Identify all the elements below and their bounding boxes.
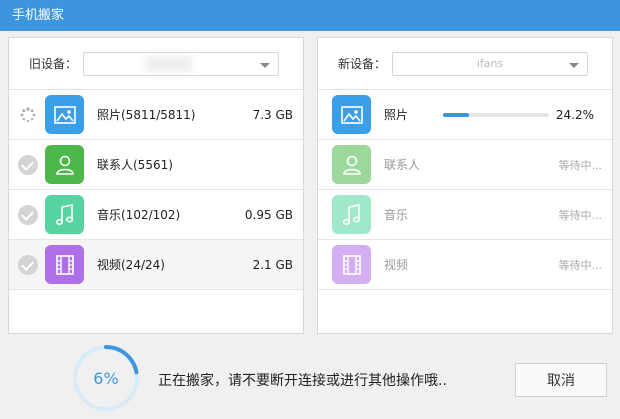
waiting-status: 等待中... <box>558 258 603 272</box>
device-name-blur <box>146 55 193 72</box>
video-icon <box>332 245 371 284</box>
waiting-status: 等待中... <box>558 208 603 222</box>
item-size: 2.1 GB <box>252 257 293 272</box>
list-item-music-new: 音乐 等待中... <box>318 190 612 240</box>
footer-bar: 6% 正在搬家，请不要断开连接或进行其他操作哦.. 取消 <box>0 336 620 419</box>
new-device-panel: 新设备： ifans 照片 24.2% 联系人 等待中... 音乐 等待中... <box>317 37 613 334</box>
overall-percent: 6% <box>93 368 119 388</box>
window-title: 手机搬家 <box>0 0 620 31</box>
list-item-music-old: 音乐(102/102) 0.95 GB <box>9 190 303 240</box>
item-name: 联系人(5561) <box>97 158 173 172</box>
check-icon <box>18 254 38 275</box>
list-item-video-old: 视频(24/24) 2.1 GB <box>9 240 303 290</box>
list-item-contacts-old: 联系人(5561) <box>9 140 303 190</box>
chevron-down-icon <box>569 62 580 68</box>
old-device-row: 旧设备： <box>9 38 303 90</box>
loading-spinner-icon <box>18 105 38 125</box>
old-device-select[interactable] <box>83 51 280 76</box>
new-device-select[interactable]: ifans <box>392 51 589 76</box>
old-device-label: 旧设备： <box>29 57 78 71</box>
contact-icon <box>332 145 371 184</box>
progress-percent: 24.2% <box>555 107 594 122</box>
cancel-button[interactable]: 取消 <box>515 363 607 397</box>
video-icon <box>45 245 84 284</box>
item-name: 照片 <box>384 108 409 122</box>
list-item-video-new: 视频 等待中... <box>318 240 612 290</box>
item-name: 联系人 <box>384 158 421 172</box>
music-icon <box>45 195 84 234</box>
list-item-photos-old: 照片(5811/5811) 7.3 GB <box>9 90 303 140</box>
check-icon <box>18 154 38 175</box>
list-item-photos-new: 照片 24.2% <box>318 90 612 140</box>
music-icon <box>332 195 371 234</box>
status-message: 正在搬家，请不要断开连接或进行其他操作哦.. <box>158 373 447 389</box>
item-size: 0.95 GB <box>244 207 293 222</box>
item-name: 音乐 <box>384 208 409 222</box>
check-icon <box>18 204 38 225</box>
waiting-status: 等待中... <box>558 158 603 172</box>
old-device-panel: 旧设备： 照片(5811/5811) 7.3 GB 联系人(5561) 音乐(1… <box>8 37 304 334</box>
item-name: 视频 <box>384 258 409 272</box>
progress-fill <box>443 113 469 117</box>
item-name: 音乐(102/102) <box>97 208 181 222</box>
list-item-contacts-new: 联系人 等待中... <box>318 140 612 190</box>
new-device-label: 新设备： <box>338 57 387 71</box>
item-name: 视频(24/24) <box>97 258 165 272</box>
item-name: 照片(5811/5811) <box>97 108 196 122</box>
contact-icon <box>45 145 84 184</box>
photo-icon <box>45 95 84 134</box>
chevron-down-icon <box>260 62 271 68</box>
new-device-value: ifans <box>476 56 504 70</box>
photo-icon <box>332 95 371 134</box>
item-size: 7.3 GB <box>252 107 293 122</box>
new-device-row: 新设备： ifans <box>318 38 612 90</box>
photos-progress-bar <box>443 113 549 117</box>
